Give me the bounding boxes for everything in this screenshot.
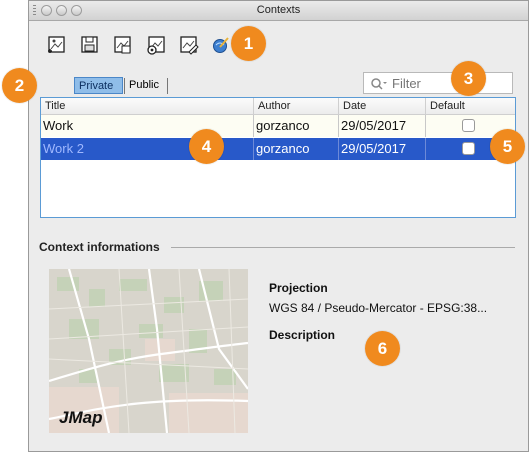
column-header-date[interactable]: Date	[339, 98, 426, 114]
callout-badge: 4	[189, 129, 224, 164]
context-settings-icon[interactable]	[146, 35, 166, 55]
tab-public[interactable]: Public	[125, 77, 167, 94]
context-map-preview: JMap	[49, 269, 248, 433]
column-divider	[425, 138, 426, 160]
row-date: 29/05/2017	[341, 141, 407, 156]
context-info-heading: Context informations	[39, 240, 160, 254]
edit-context-icon[interactable]	[179, 35, 199, 55]
filter-field[interactable]	[363, 72, 513, 94]
window-title: Contexts	[256, 4, 301, 16]
row-date: 29/05/2017	[341, 118, 407, 133]
save-context-icon[interactable]	[80, 35, 100, 55]
default-checkbox[interactable]	[462, 119, 475, 132]
new-context-icon[interactable]	[47, 35, 67, 55]
save-as-context-icon[interactable]	[113, 35, 133, 55]
column-header-default[interactable]: Default	[426, 98, 515, 114]
row-title: Work	[43, 118, 74, 133]
projection-label: Projection	[269, 281, 328, 295]
callout-badge: 2	[2, 68, 37, 103]
row-author: gorzanco	[256, 118, 310, 133]
default-checkbox[interactable]	[462, 142, 475, 155]
tab-divider	[167, 78, 168, 94]
column-header-author[interactable]: Author	[254, 98, 339, 114]
projection-value: WGS 84 / Pseudo-Mercator - EPSG:38...	[269, 301, 488, 315]
table-row[interactable]: Work gorzanco 29/05/2017	[41, 115, 515, 137]
column-divider	[425, 115, 426, 137]
contexts-table: Title Author Date Default Work gorzanco …	[40, 97, 516, 218]
apply-context-icon[interactable]	[211, 35, 231, 55]
row-author: gorzanco	[256, 141, 310, 156]
column-header-title[interactable]: Title	[41, 98, 254, 114]
tab-private[interactable]: Private	[74, 77, 123, 94]
table-header: Title Author Date Default	[41, 98, 515, 115]
callout-badge: 5	[490, 129, 525, 164]
callout-badge: 1	[231, 26, 266, 61]
section-divider	[171, 247, 515, 248]
title-bar[interactable]: Contexts	[29, 1, 528, 21]
description-label: Description	[269, 328, 336, 342]
callout-badge: 3	[451, 61, 486, 96]
row-title: Work 2	[43, 141, 84, 156]
jmap-logo: JMap	[59, 408, 103, 427]
table-row-selected[interactable]: Work 2 gorzanco 29/05/2017	[41, 138, 515, 160]
callout-badge: 6	[365, 331, 400, 366]
search-icon	[371, 78, 387, 90]
